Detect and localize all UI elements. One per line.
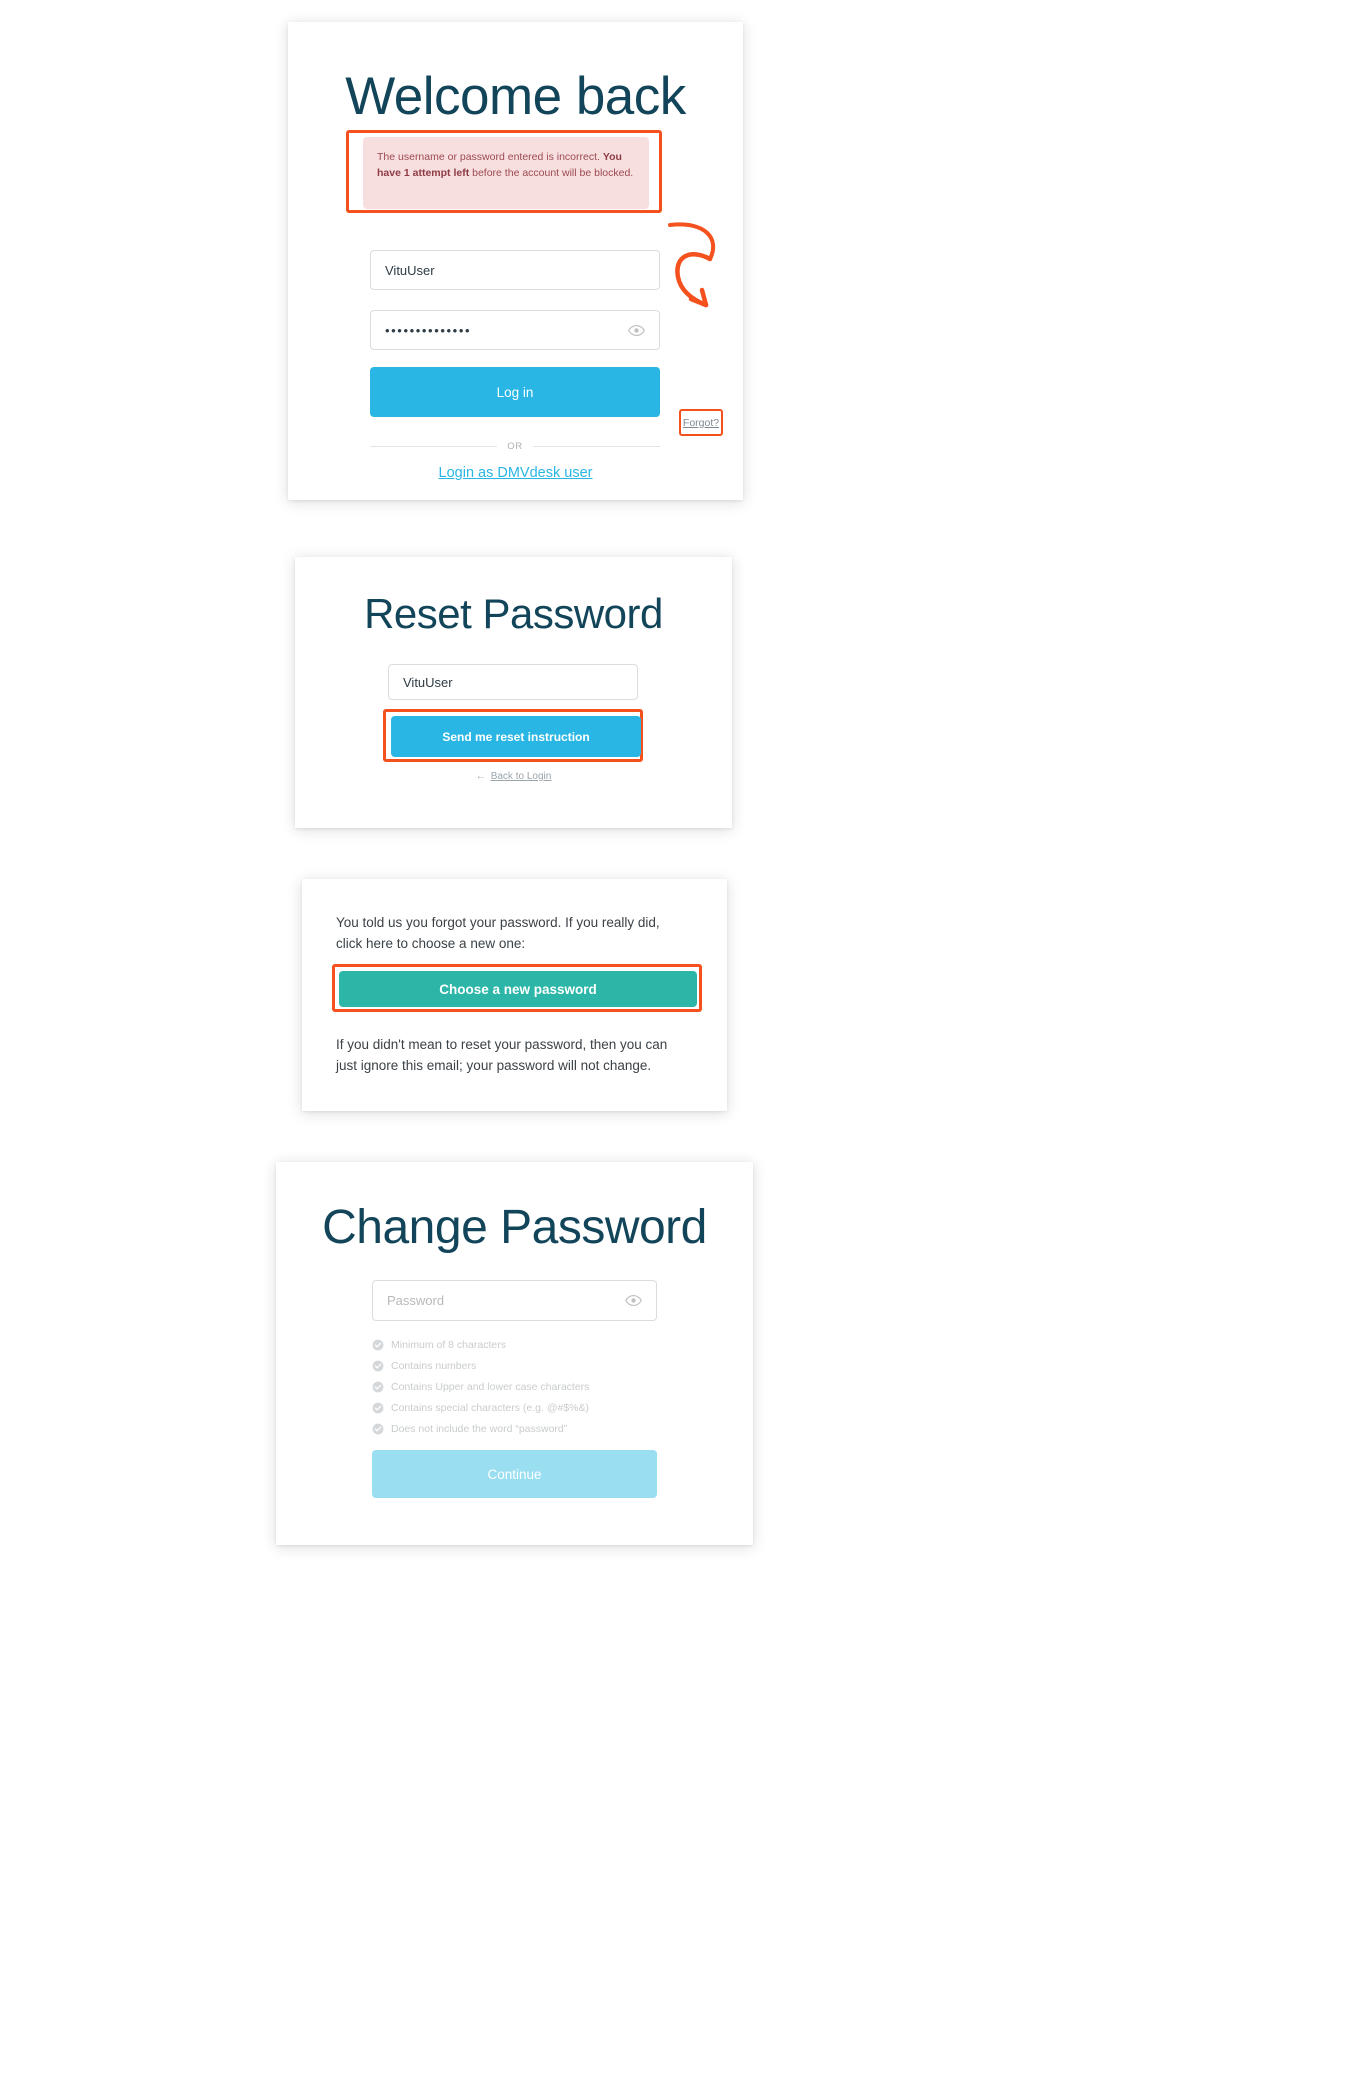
login-error-alert: The username or password entered is inco… bbox=[363, 137, 649, 209]
reset-username-input[interactable]: VituUser bbox=[388, 664, 638, 700]
login-as-dmvdesk-user-link[interactable]: Login as DMVdesk user bbox=[288, 465, 743, 481]
requirement-item: Contains special characters (e.g. @#$%&) bbox=[372, 1397, 692, 1418]
reset-page-title: Reset Password bbox=[364, 590, 663, 637]
screenshot-stage: Welcome back The username or password en… bbox=[0, 0, 1360, 2073]
requirement-label: Minimum of 8 characters bbox=[391, 1338, 506, 1351]
forgot-annotation-box: Forgot? bbox=[679, 409, 723, 436]
divider-label: OR bbox=[507, 440, 523, 452]
reset-password-card: Reset Password VituUser Send me reset in… bbox=[295, 557, 732, 828]
annotation-arrow-icon bbox=[668, 222, 716, 308]
continue-button[interactable]: Continue bbox=[372, 1450, 657, 1498]
alert-line-2: before the account will be blocked. bbox=[469, 167, 634, 180]
choose-password-annotation-box: Choose a new password bbox=[332, 964, 702, 1012]
or-divider: OR bbox=[370, 437, 661, 455]
check-circle-icon bbox=[372, 1339, 384, 1350]
login-button[interactable]: Log in bbox=[370, 367, 660, 417]
password-value: •••••••••••••• bbox=[385, 322, 472, 338]
alert-message: The username or password entered is inco… bbox=[377, 149, 635, 182]
requirement-item: Minimum of 8 characters bbox=[372, 1334, 692, 1355]
requirement-label: Contains Upper and lower case characters bbox=[391, 1380, 590, 1393]
back-to-login[interactable]: ← Back to Login bbox=[295, 771, 732, 782]
requirement-label: Contains special characters (e.g. @#$%&) bbox=[391, 1401, 589, 1414]
reset-username-value: VituUser bbox=[403, 674, 453, 690]
change-password-card: Change Password Password Minimum of 8 ch… bbox=[276, 1162, 753, 1545]
username-value: VituUser bbox=[385, 262, 435, 278]
change-page-title: Change Password bbox=[322, 1201, 707, 1254]
requirement-label: Contains numbers bbox=[391, 1359, 477, 1372]
reset-button-annotation-box: Send me reset instruction bbox=[383, 709, 643, 762]
page-title: Welcome back bbox=[345, 67, 686, 126]
check-circle-icon bbox=[372, 1360, 384, 1371]
divider-line-left bbox=[370, 445, 498, 447]
reset-email-card: You told us you forgot your password. If… bbox=[302, 879, 727, 1111]
check-circle-icon bbox=[372, 1402, 384, 1413]
email-disclaimer-text: If you didn't mean to reset your passwor… bbox=[336, 1037, 668, 1073]
requirement-item: Contains Upper and lower case characters bbox=[372, 1376, 692, 1397]
username-input[interactable]: VituUser bbox=[370, 250, 660, 290]
new-password-input[interactable]: Password bbox=[372, 1280, 657, 1321]
requirement-item: Does not include the word “password” bbox=[372, 1418, 692, 1439]
email-intro-text: You told us you forgot your password. If… bbox=[336, 915, 660, 951]
forgot-password-link[interactable]: Forgot? bbox=[683, 417, 719, 429]
send-reset-instruction-button[interactable]: Send me reset instruction bbox=[391, 716, 641, 757]
password-requirements-list: Minimum of 8 characters Contains numbers… bbox=[372, 1334, 692, 1439]
new-password-placeholder: Password bbox=[387, 1293, 445, 1308]
check-circle-icon bbox=[372, 1381, 384, 1392]
alert-annotation-box: The username or password entered is inco… bbox=[346, 130, 662, 213]
password-input[interactable]: •••••••••••••• bbox=[370, 310, 660, 350]
alert-line-1: The username or password entered is inco… bbox=[377, 151, 600, 163]
eye-icon[interactable] bbox=[625, 1292, 642, 1309]
divider-line-right bbox=[532, 445, 661, 447]
back-to-login-link[interactable]: Back to Login bbox=[491, 771, 552, 782]
login-card: Welcome back The username or password en… bbox=[288, 22, 743, 500]
choose-new-password-button[interactable]: Choose a new password bbox=[339, 971, 697, 1007]
eye-icon[interactable] bbox=[628, 322, 645, 339]
requirement-item: Contains numbers bbox=[372, 1355, 692, 1376]
check-circle-icon bbox=[372, 1423, 384, 1434]
requirement-label: Does not include the word “password” bbox=[391, 1422, 568, 1435]
back-arrow-icon: ← bbox=[475, 771, 486, 782]
